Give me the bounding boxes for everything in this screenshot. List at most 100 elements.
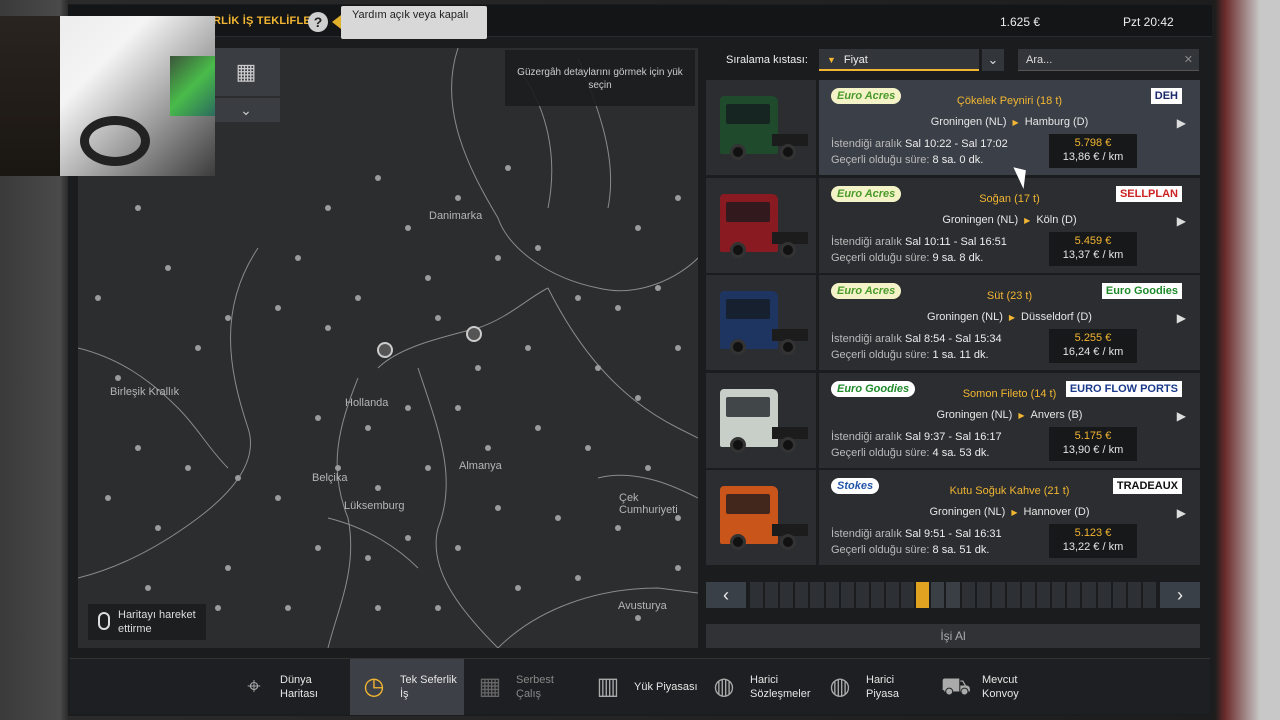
job-card[interactable]: Stokes TRADEAUX Kutu Soğuk Kahve (21 t) …: [706, 470, 1200, 565]
truck-cab: [720, 486, 778, 544]
nav-item-label: Serbest Çalış: [516, 673, 554, 701]
validity-label: Geçerli olduğu süre:: [831, 544, 930, 556]
game-clock: Pzt 20:42: [1123, 15, 1174, 29]
truck-wheel: [780, 534, 796, 550]
job-price: 5.123 €: [1074, 527, 1112, 539]
job-card[interactable]: Euro Acres DEH Çökelek Peyniri (18 t) Gr…: [706, 80, 1200, 175]
page-indicator[interactable]: [1112, 582, 1126, 608]
nav-item-label: Tek Seferlik İş: [400, 673, 457, 701]
delivery-window: İstendiği aralık Sal 8:54 - Sal 15:34: [831, 333, 1002, 345]
question-icon[interactable]: ?: [308, 12, 328, 32]
nav-item[interactable]: ◍ Harici Sözleşmeler: [700, 659, 814, 715]
map-label-uk: Birleşik Krallık: [110, 386, 180, 398]
truck-wheel: [780, 339, 796, 355]
select-arrow-icon[interactable]: ▶: [1177, 506, 1186, 520]
page-indicator[interactable]: [1037, 582, 1051, 608]
delivery-window: İstendiği aralık Sal 10:22 - Sal 17:02: [831, 138, 1008, 150]
validity-label: Geçerli olduğu süre:: [831, 349, 930, 361]
sort-chevron-button[interactable]: ⌄: [982, 49, 1004, 71]
map-label-belgium: Belçika: [312, 472, 348, 484]
delivery-window-label: İstendiği aralık: [831, 138, 902, 150]
select-arrow-icon[interactable]: ▶: [1177, 409, 1186, 423]
chevron-down-icon[interactable]: ⌄: [212, 98, 280, 122]
accept-job-button[interactable]: İşi Al: [706, 624, 1200, 648]
page-indicator[interactable]: [1097, 582, 1111, 608]
select-arrow-icon[interactable]: ▶: [1177, 311, 1186, 325]
truck-cab: [720, 291, 778, 349]
route-arrow-icon: ▶: [1018, 411, 1025, 420]
page-indicator[interactable]: [991, 582, 1005, 608]
next-page-button[interactable]: ›: [1160, 582, 1200, 608]
page-indicator[interactable]: [780, 582, 794, 608]
prev-page-button[interactable]: ‹: [706, 582, 746, 608]
clear-icon[interactable]: ✕: [1184, 53, 1193, 66]
route-from: Groningen (NL): [927, 311, 1003, 323]
top-bar: RLİK İŞ TEKLİFLERİ ? Yardım açık veya ka…: [68, 5, 1212, 39]
page-indicator[interactable]: [1142, 582, 1156, 608]
page-indicator[interactable]: [825, 582, 839, 608]
freight-panel-icon[interactable]: ▦: [212, 48, 280, 96]
price-per-km: 13,37 € / km: [1062, 249, 1124, 261]
page-indicator[interactable]: [916, 582, 930, 608]
globe-market-icon: ◍: [829, 673, 851, 700]
job-info: Euro Acres SELLPLAN Soğan (17 t) Groning…: [819, 178, 1200, 273]
nav-item[interactable]: ▥ Yük Piyasası: [584, 659, 698, 715]
nav-item[interactable]: ▦ Serbest Çalış: [466, 659, 580, 715]
job-card[interactable]: Euro Goodies EURO FLOW PORTS Somon Filet…: [706, 373, 1200, 468]
page-indicator[interactable]: [1082, 582, 1096, 608]
route-from: Groningen (NL): [930, 116, 1007, 128]
page-indicator[interactable]: [1052, 582, 1066, 608]
steering-wheel: [80, 116, 150, 166]
delivery-window: İstendiği aralık Sal 9:37 - Sal 16:17: [831, 431, 1002, 443]
page-indicator[interactable]: [931, 582, 945, 608]
select-arrow-icon[interactable]: ▶: [1177, 116, 1186, 130]
nav-item[interactable]: ⌖ Dünya Haritası: [230, 659, 344, 715]
page-indicator[interactable]: [810, 582, 824, 608]
nav-label-line1: Tek Seferlik: [400, 674, 457, 686]
nav-item[interactable]: ◷ Tek Seferlik İş: [350, 659, 464, 715]
job-info: Euro Acres DEH Çökelek Peyniri (18 t) Gr…: [819, 80, 1200, 175]
page-indicator[interactable]: [976, 582, 990, 608]
search-input[interactable]: Ara... ✕: [1018, 49, 1199, 71]
route-from: Groningen (NL): [929, 506, 1006, 518]
page-indicator[interactable]: [1021, 582, 1036, 608]
nav-label-line2: Sözleşmeler: [750, 688, 811, 700]
price-box: 5.798 € 13,86 € / km: [1049, 134, 1137, 168]
page-indicator[interactable]: [885, 582, 900, 608]
cargo-name: Kutu Soğuk Kahve (21 t): [949, 485, 1070, 497]
page-indicator[interactable]: [750, 582, 764, 608]
page-indicator[interactable]: [901, 582, 915, 608]
map-label-germany: Almanya: [459, 460, 502, 472]
validity-value: 4 sa. 53 dk.: [932, 447, 990, 459]
job-card[interactable]: Euro Acres Euro Goodies Süt (23 t) Groni…: [706, 275, 1200, 370]
page-indicator[interactable]: [946, 582, 960, 608]
cargo-name: Soğan (17 t): [979, 193, 1040, 205]
nav-item[interactable]: ◍ Harici Piyasa: [816, 659, 930, 715]
page-indicator[interactable]: [1127, 582, 1141, 608]
page-indicator[interactable]: [855, 582, 869, 608]
page-indicator[interactable]: [1067, 582, 1081, 608]
delivery-window-label: İstendiği aralık: [831, 333, 902, 345]
page-indicator[interactable]: [795, 582, 809, 608]
truck-wheel: [730, 144, 746, 160]
job-route: Groningen (NL) ▶ Köln (D): [819, 214, 1200, 226]
job-card[interactable]: Euro Acres SELLPLAN Soğan (17 t) Groning…: [706, 178, 1200, 273]
page-indicator[interactable]: [840, 582, 854, 608]
sort-triangle-icon: ▼: [827, 55, 836, 65]
job-price: 5.255 €: [1074, 332, 1112, 344]
nav-item[interactable]: ⛟ Mevcut Konvoy: [932, 659, 1046, 715]
page-indicator[interactable]: [765, 582, 779, 608]
job-info: Euro Acres Euro Goodies Süt (23 t) Groni…: [819, 275, 1200, 370]
delivery-window: İstendiği aralık Sal 10:11 - Sal 16:51: [831, 236, 1007, 248]
job-price: 5.459 €: [1074, 235, 1112, 247]
nav-item-label: Harici Sözleşmeler: [750, 673, 811, 701]
price-per-km: 13,22 € / km: [1062, 541, 1124, 553]
map-label-luxembourg: Lüksemburg: [344, 500, 405, 512]
page-indicator[interactable]: [1006, 582, 1020, 608]
page-indicator[interactable]: [961, 582, 975, 608]
select-arrow-icon[interactable]: ▶: [1177, 214, 1186, 228]
nav-label-line2: Çalış: [516, 688, 542, 700]
sort-label: Sıralama kıstası:: [726, 54, 808, 66]
sort-dropdown[interactable]: ▼ Fiyat: [819, 49, 979, 71]
page-indicator[interactable]: [870, 582, 884, 608]
